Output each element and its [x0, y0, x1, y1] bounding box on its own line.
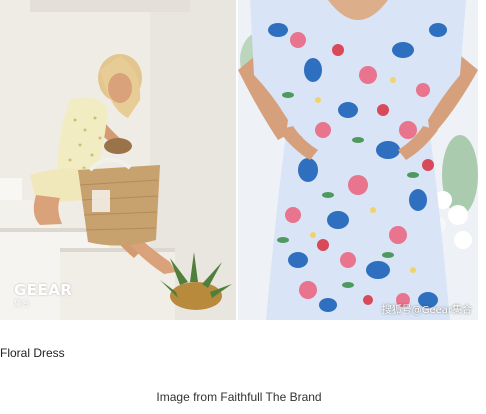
right-photo: 搜狐号@Geear集合 [238, 0, 478, 320]
image-caption: Image from Faithfull The Brand [156, 390, 322, 404]
right-photo-illustration [238, 0, 478, 320]
product-label: Floral Dress [0, 346, 65, 360]
left-watermark-text: GEEAR [14, 281, 73, 299]
left-watermark-subtext: 集合 [14, 299, 30, 308]
left-watermark: GEEAR 集合 [14, 283, 72, 308]
right-watermark: 搜狐号@Geear集合 [381, 305, 472, 316]
left-photo-illustration [0, 0, 236, 320]
page: GEEAR 集合 搜狐号@Geear集合 Floral Dress Image … [0, 0, 486, 414]
left-photo: GEEAR 集合 [0, 0, 236, 320]
